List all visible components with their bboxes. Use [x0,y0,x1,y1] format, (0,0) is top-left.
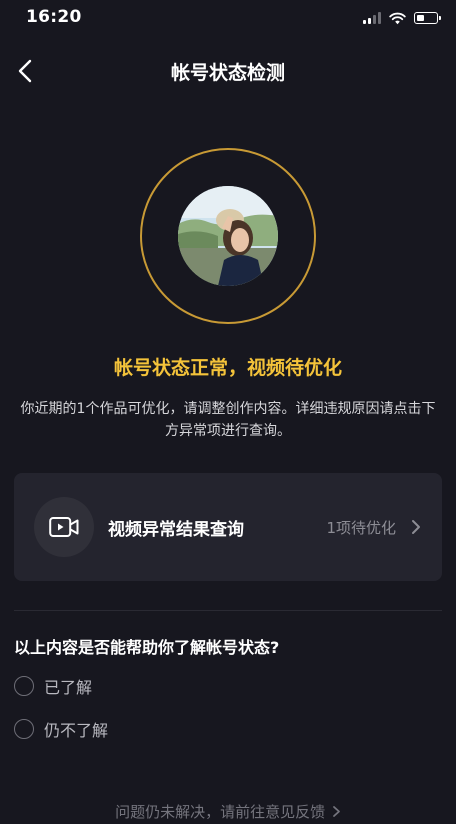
video-icon-badge [34,497,94,557]
feedback-question: 以上内容是否能帮助你了解帐号状态? [14,638,280,657]
radio-label: 仍不了解 [44,721,109,740]
radio-circle[interactable] [14,676,34,696]
query-card-title: 视频异常结果查询 [108,520,244,540]
chevron-right-icon [332,806,340,817]
status-time: 16:20 [26,7,82,27]
status-bar: 16:20 [0,0,456,36]
radio-label: 已了解 [44,678,93,697]
page-title: 帐号状态检测 [170,62,285,84]
avatar [178,186,278,286]
radio-circle[interactable] [14,719,34,739]
divider [14,610,442,611]
feedback-link-text: 问题仍未解决，请前往意见反馈 [115,803,326,821]
battery-icon [414,12,441,24]
video-abnormal-query-card[interactable]: 视频异常结果查询 1项待优化 [14,473,442,581]
status-icons [363,10,441,26]
status-headline: 帐号状态正常，视频待优化 [113,357,342,379]
video-camera-icon [49,517,79,537]
signal-icon [363,12,381,24]
navigation-bar: 帐号状态检测 [0,46,456,96]
radio-option-understood[interactable]: 已了解 [14,673,92,699]
feedback-link[interactable]: 问题仍未解决，请前往意见反馈 [0,801,456,822]
chevron-right-icon [412,520,420,534]
wifi-icon [389,12,406,24]
status-description: 你近期的1个作品可优化，请调整创作内容。详细违规原因请点击下方异常项进行查询。 [20,401,436,439]
query-card-status: 1项待优化 [326,519,396,537]
radio-option-still-unclear[interactable]: 仍不了解 [14,716,108,742]
